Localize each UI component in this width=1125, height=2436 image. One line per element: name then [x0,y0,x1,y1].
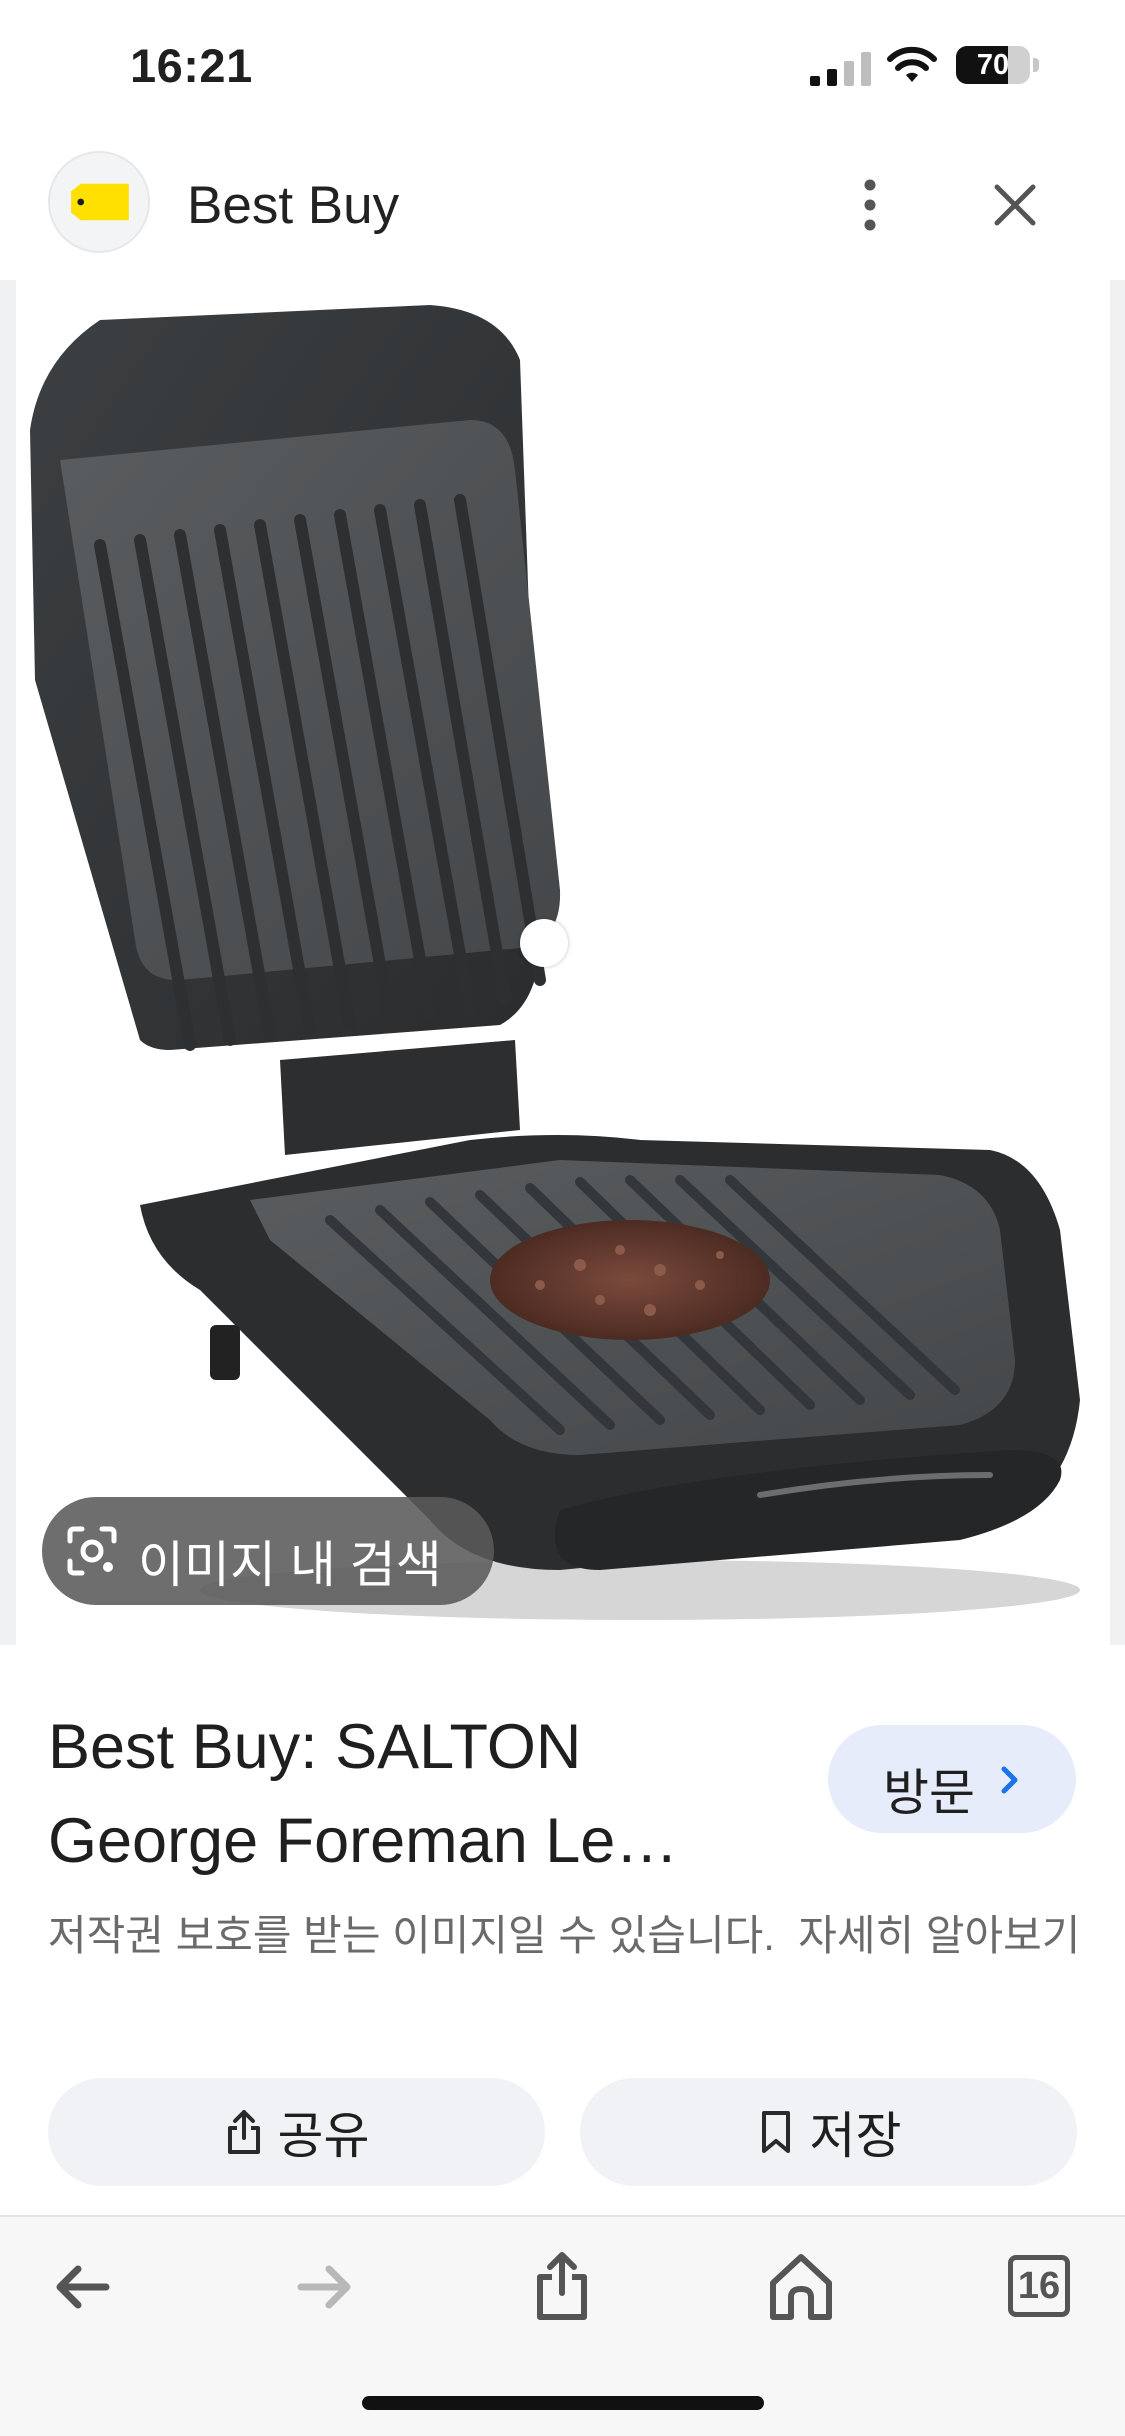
carousel-edge-left [0,280,16,1645]
share-button-label: 공유 [277,2108,370,2164]
close-icon[interactable] [975,165,1055,245]
save-button[interactable]: 저장 [580,2078,1077,2186]
forward-arrow-icon[interactable] [283,2247,363,2327]
battery-level: 70 [976,49,1010,81]
copyright-text: 저작권 보호를 받는 이미지일 수 있습니다. [48,1912,775,1959]
bookmark-icon [761,2111,790,2153]
share-icon [227,2110,260,2154]
search-inside-image-button[interactable]: 이미지 내 검색 [42,1497,494,1605]
status-bar: 16:21 70 [0,0,1125,135]
tabs-icon[interactable]: 16 [1000,2247,1080,2327]
visit-button-label: 방문 [883,1765,975,1821]
cellular-signal-icon [810,52,871,86]
home-indicator[interactable] [362,2396,764,2410]
result-image[interactable] [0,280,1125,1645]
site-name[interactable]: Best Buy [187,175,399,236]
copyright-notice: 저작권 보호를 받는 이미지일 수 있습니다. 자세히 알아보기 [48,1905,1088,1967]
status-time: 16:21 [130,39,253,92]
panel-header: Best Buy [0,135,1125,280]
more-vertical-icon[interactable] [840,165,900,245]
save-button-label: 저장 [809,2108,902,2164]
camera-lens-icon [67,1526,117,1576]
visit-button[interactable]: 방문 [828,1725,1076,1833]
share-icon[interactable] [522,2247,602,2327]
result-title[interactable]: Best Buy: SALTON George Foreman Le… [48,1700,808,1888]
site-logo[interactable] [48,151,150,253]
search-inside-image-label: 이미지 내 검색 [138,1537,442,1593]
chevron-right-icon [1001,1766,1018,1794]
result-title-line-1: Best Buy: SALTON [48,1712,582,1782]
wifi-icon [887,46,937,82]
learn-more-link[interactable]: 자세히 알아보기 [798,1912,1080,1959]
back-arrow-icon[interactable] [44,2247,124,2327]
battery-icon: 70 [956,46,1040,84]
grill-product-image [30,305,1080,1620]
home-icon[interactable] [761,2247,841,2327]
image-hotspot-dot[interactable] [520,919,568,967]
share-button[interactable]: 공유 [48,2078,545,2186]
tabs-count: 16 [1008,2255,1070,2317]
result-title-line-2: George Foreman Le… [48,1806,679,1876]
carousel-edge-right [1110,280,1125,1645]
best-buy-tag-logo [71,183,129,221]
